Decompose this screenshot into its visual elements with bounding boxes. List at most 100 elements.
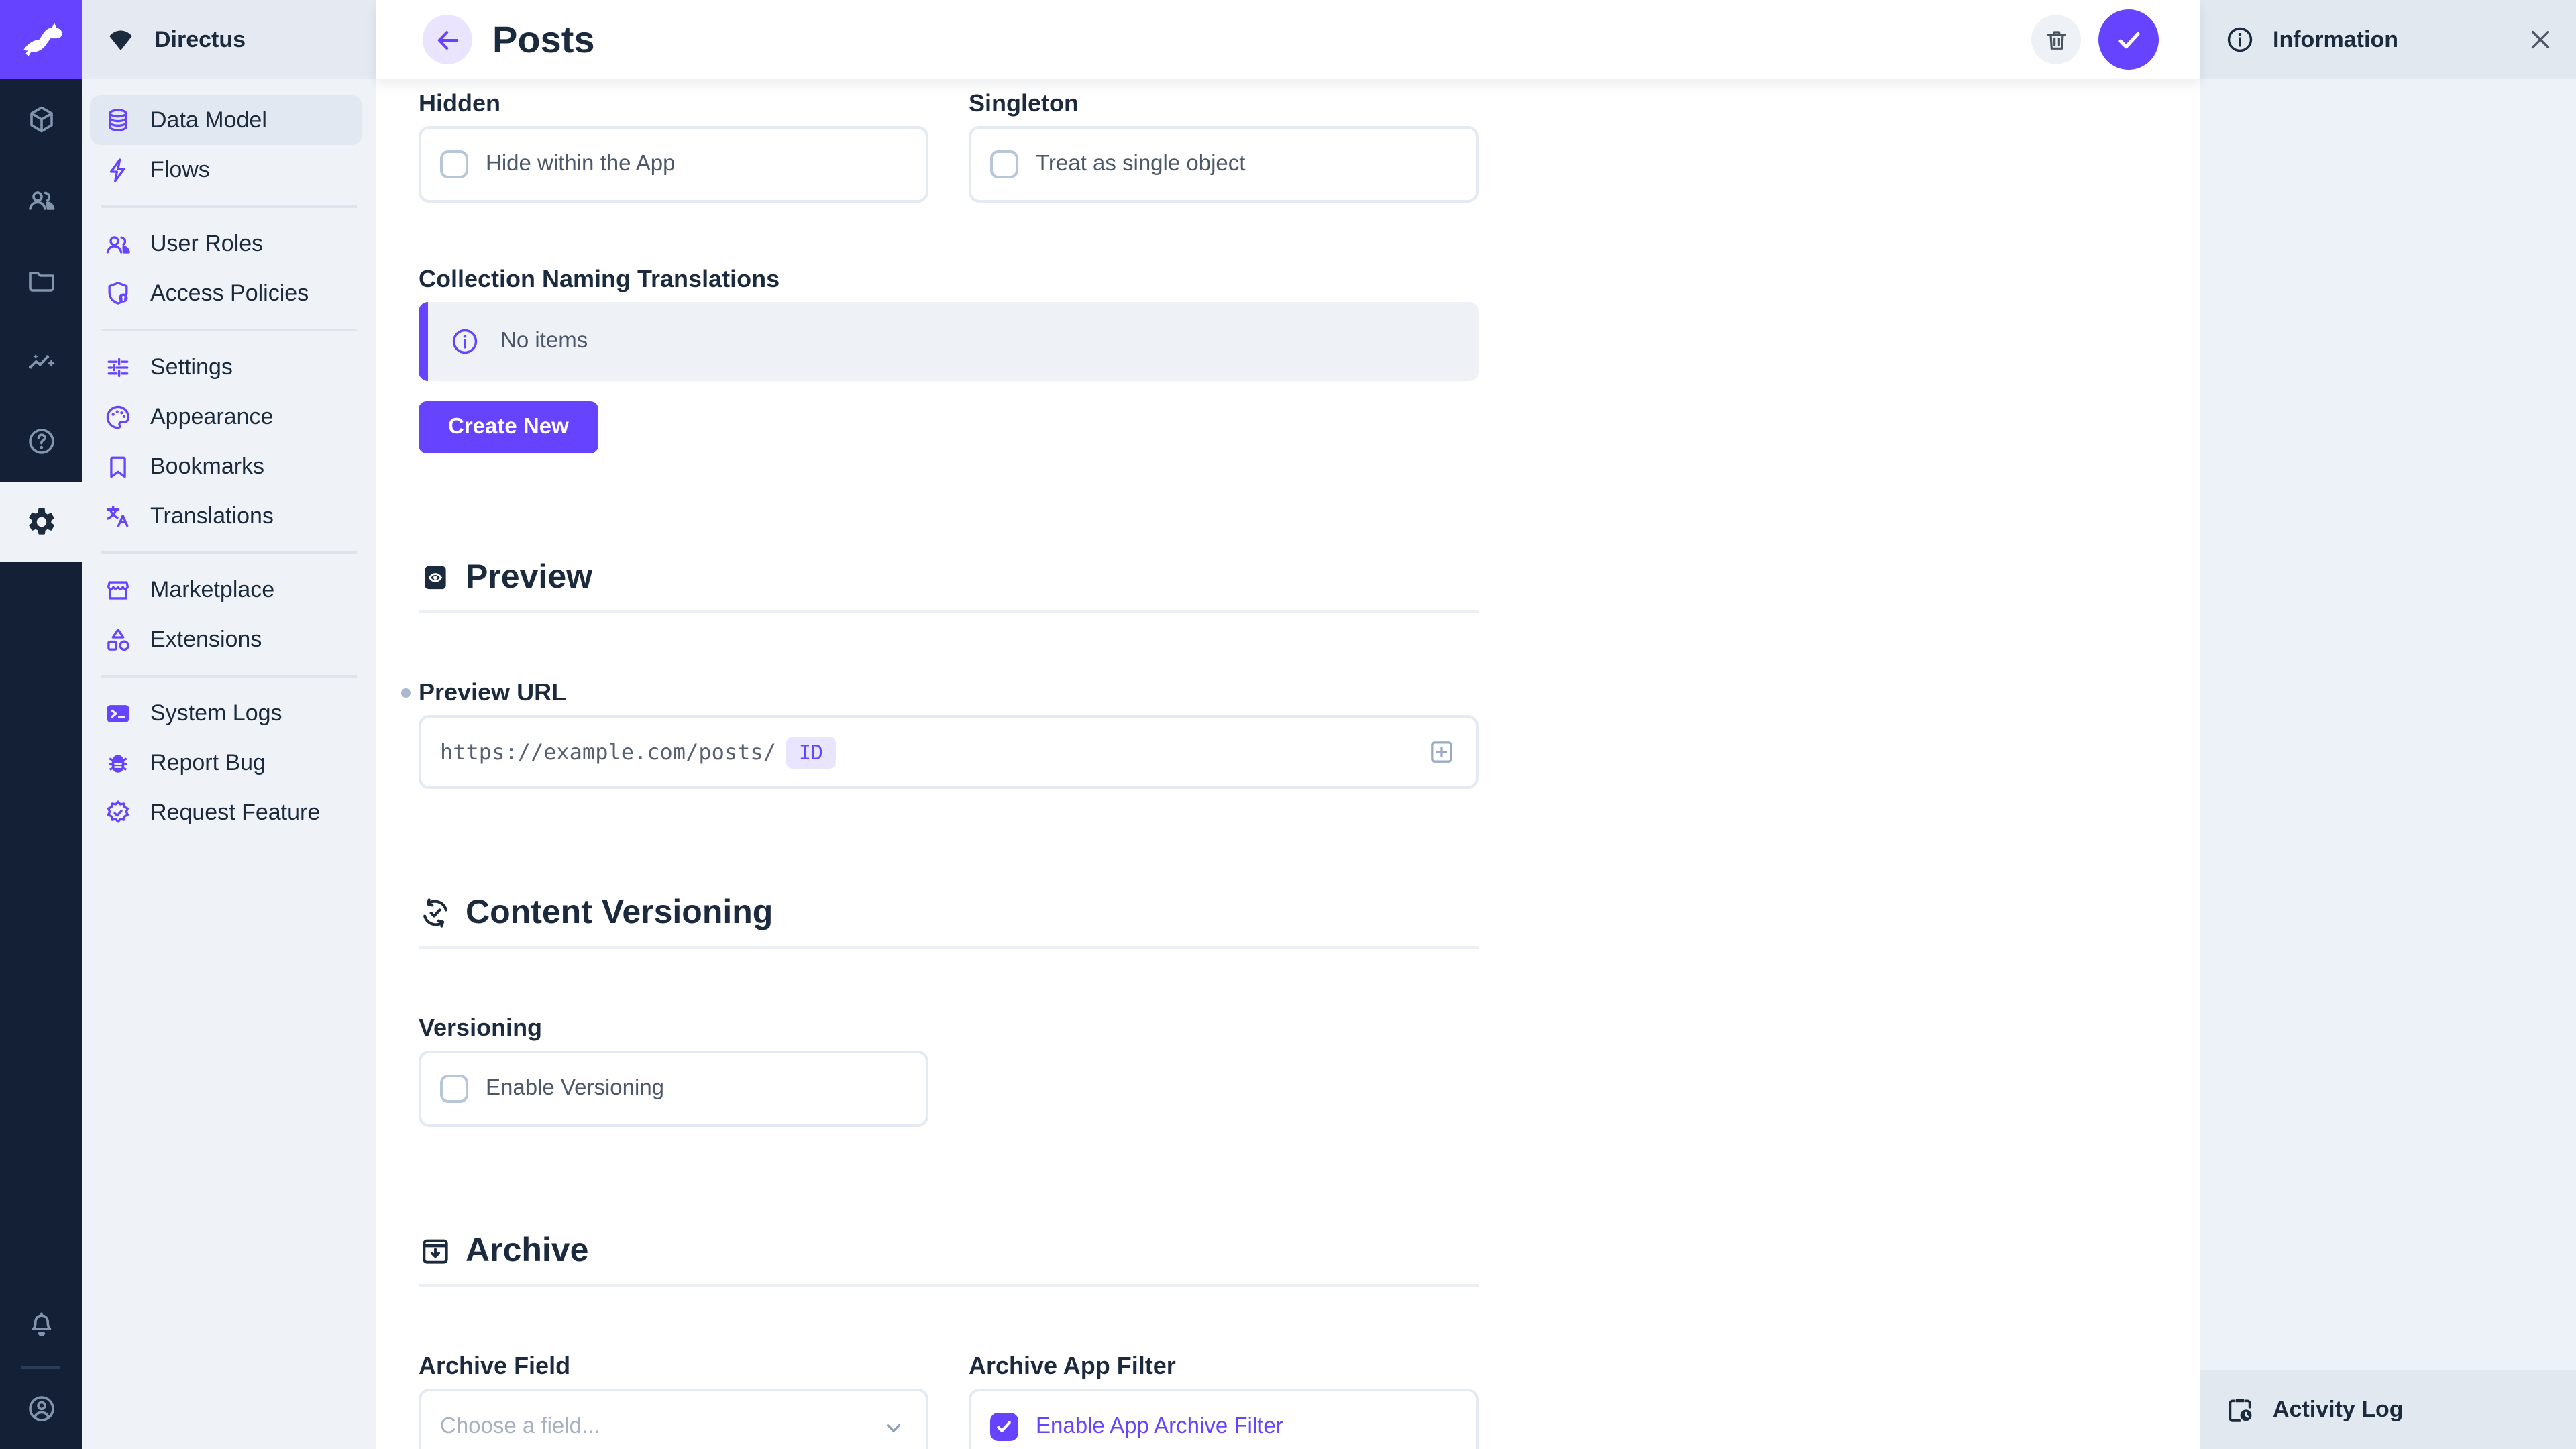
section-heading: Content Versioning (419, 894, 1479, 932)
nav-item-label: Marketplace (150, 576, 274, 603)
translate-icon (103, 501, 133, 531)
section-heading: Preview (419, 558, 1479, 597)
nav-item-label: Settings (150, 354, 233, 380)
project-fan-icon (105, 23, 137, 56)
delete-collection-button[interactable] (2031, 15, 2081, 64)
main-panel: Posts Hidden Hide within the App S (376, 0, 2200, 1449)
nav-item-access-policies[interactable]: Access Policies (90, 268, 362, 318)
rabbit-icon (17, 15, 65, 64)
project-chooser[interactable]: Directus (82, 0, 376, 79)
module-bar-bottom (0, 1285, 82, 1449)
archive-filter-checkbox-field[interactable]: Enable App Archive Filter (969, 1389, 1479, 1449)
form-row: Hidden Hide within the App Singleton Tre… (419, 89, 1479, 203)
preview-section: Preview Preview URL https://example.com/… (419, 558, 1479, 789)
section-title: Archive (466, 1232, 588, 1271)
close-sidebar-button[interactable] (2526, 25, 2555, 54)
checkbox-unchecked-icon (990, 150, 1018, 178)
info-sidebar: Information Activity Log (2200, 0, 2576, 1449)
add-field-button[interactable] (1426, 737, 1457, 767)
nav-item-request-feature[interactable]: Request Feature (90, 788, 362, 837)
nav-item-label: Access Policies (150, 280, 309, 307)
nav-item-label: System Logs (150, 700, 282, 727)
checkbox-unchecked-icon (440, 150, 468, 178)
empty-list-notice: No items (419, 302, 1479, 381)
checkbox-label: Enable Versioning (486, 1076, 664, 1102)
field-label: Preview URL (419, 678, 1479, 707)
hidden-checkbox-field[interactable]: Hide within the App (419, 126, 928, 203)
nav-item-label: Report Bug (150, 749, 266, 776)
nav-item-user-roles[interactable]: User Roles (90, 219, 362, 268)
directus-app: Directus Data Model Flows User Roles Acc… (0, 0, 2576, 1449)
empty-list-text: No items (500, 329, 588, 354)
nav-item-system-logs[interactable]: System Logs (90, 688, 362, 738)
section-divider (419, 946, 1479, 949)
id-field-chip: ID (787, 736, 835, 768)
nav-item-extensions[interactable]: Extensions (90, 614, 362, 664)
shield-lock-icon (103, 278, 133, 308)
back-button[interactable] (423, 15, 472, 64)
new-releases-icon (103, 798, 133, 827)
nav-item-label: Translations (150, 502, 274, 529)
select-placeholder: Choose a field... (440, 1414, 600, 1440)
field-hidden: Hidden Hide within the App (419, 89, 928, 203)
sync-arrows-icon (419, 896, 452, 930)
nav-item-appearance[interactable]: Appearance (90, 392, 362, 441)
bookmark-icon (103, 451, 133, 481)
archive-box-icon (419, 1234, 452, 1268)
account-avatar-icon[interactable] (0, 1368, 82, 1449)
nav-divider (101, 551, 357, 554)
palette-icon (103, 402, 133, 431)
info-circle-icon (2224, 24, 2255, 55)
module-documentation-icon[interactable] (0, 401, 82, 482)
nav-list: Data Model Flows User Roles Access Polic… (82, 79, 376, 837)
collection-settings-form: Hidden Hide within the App Singleton Tre… (376, 79, 1479, 1449)
terminal-icon (103, 698, 133, 728)
module-user-directory-icon[interactable] (0, 160, 82, 240)
nav-item-marketplace[interactable]: Marketplace (90, 565, 362, 614)
bolt-icon (103, 155, 133, 184)
singleton-checkbox-field[interactable]: Treat as single object (969, 126, 1479, 203)
nav-item-data-model[interactable]: Data Model (90, 95, 362, 145)
module-file-library-icon[interactable] (0, 240, 82, 321)
plus-box-icon (1426, 737, 1457, 767)
activity-log-bar[interactable]: Activity Log (2200, 1370, 2576, 1449)
edited-dot-icon (401, 688, 411, 698)
nav-item-label: Bookmarks (150, 453, 264, 480)
field-label: Collection Naming Translations (419, 264, 1479, 294)
section-title: Preview (466, 558, 592, 597)
versioning-checkbox-field[interactable]: Enable Versioning (419, 1051, 928, 1127)
nav-item-label: Appearance (150, 403, 273, 430)
create-new-label: Create New (448, 415, 569, 440)
section-divider (419, 610, 1479, 613)
field-archive-field: Archive Field Choose a field... (419, 1351, 928, 1449)
module-content-icon[interactable] (0, 79, 82, 160)
chevron-down-icon (880, 1413, 907, 1440)
nav-divider (101, 675, 357, 678)
nav-item-bookmarks[interactable]: Bookmarks (90, 441, 362, 491)
page-header: Posts (376, 0, 2200, 79)
module-insights-icon[interactable] (0, 321, 82, 401)
nav-item-label: Extensions (150, 626, 262, 653)
shapes-icon (103, 625, 133, 654)
archive-section: Archive Archive Field Choose a field... … (419, 1232, 1479, 1449)
checkbox-checked-icon (990, 1413, 1018, 1441)
people-icon (103, 229, 133, 258)
nav-item-report-bug[interactable]: Report Bug (90, 738, 362, 788)
notifications-bell-icon[interactable] (0, 1285, 82, 1366)
nav-item-flows[interactable]: Flows (90, 145, 362, 195)
nav-divider (101, 329, 357, 331)
create-new-button[interactable]: Create New (419, 401, 598, 453)
save-button[interactable] (2098, 9, 2159, 70)
nav-item-settings[interactable]: Settings (90, 342, 362, 392)
preview-eye-icon (419, 561, 452, 594)
check-icon (2112, 23, 2145, 56)
archive-field-select[interactable]: Choose a field... (419, 1389, 928, 1449)
module-settings-icon[interactable] (0, 482, 82, 562)
directus-logo[interactable] (0, 0, 82, 79)
nav-item-translations[interactable]: Translations (90, 491, 362, 541)
info-sidebar-header: Information (2200, 0, 2576, 79)
preview-url-input[interactable]: https://example.com/posts/ ID (419, 715, 1479, 789)
checkbox-label: Treat as single object (1036, 152, 1245, 177)
field-label: Archive App Filter (969, 1351, 1479, 1381)
activity-log-label: Activity Log (2273, 1396, 2404, 1423)
